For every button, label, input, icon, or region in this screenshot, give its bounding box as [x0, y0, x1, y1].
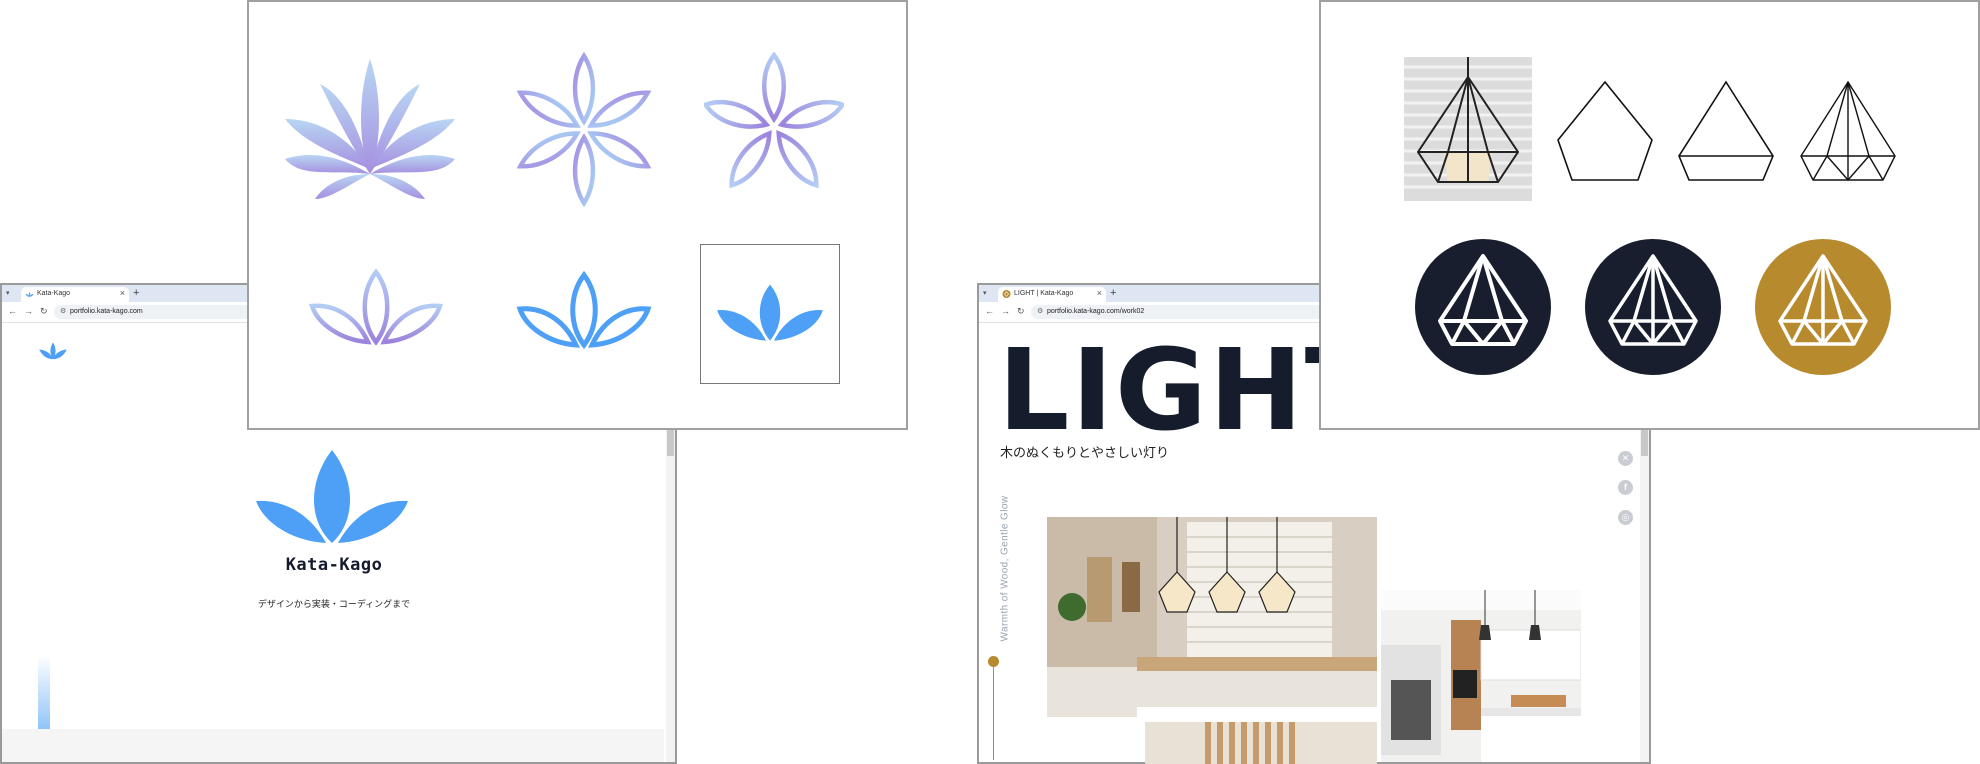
tab-menu-button[interactable]: ▾: [983, 288, 987, 299]
outline-six-petal-icon: [516, 52, 652, 207]
outline-lotus-blue-icon: [516, 270, 652, 350]
outline-lotus-lavender-icon: [308, 268, 444, 346]
close-tab-icon[interactable]: ×: [1097, 287, 1102, 300]
tab-title: LIGHT | Kata-Kago: [1014, 290, 1074, 297]
forward-icon[interactable]: →: [1001, 306, 1010, 317]
lamp-icon-board: [1319, 0, 1980, 430]
lamp-gold-circle-icon: [1755, 239, 1891, 375]
timeline-dot: [988, 656, 999, 667]
instagram-icon[interactable]: ◎: [1618, 510, 1633, 525]
facebook-icon[interactable]: f: [1618, 480, 1633, 495]
diamond-favicon-icon: [1002, 290, 1011, 298]
scrollbar-track[interactable]: [1640, 422, 1649, 762]
brand-title: Kata-Kago: [285, 555, 383, 575]
hero-subtitle: 木のぬくもりとやさしい灯り: [1000, 445, 1170, 460]
reload-icon[interactable]: ↻: [1017, 306, 1025, 317]
final-lotus-icon: [717, 284, 823, 341]
site-info-icon[interactable]: ⚙: [1037, 307, 1043, 317]
wood-slats-photo: [1145, 722, 1377, 764]
logo-design-board: [247, 0, 908, 430]
outline-five-petal-icon: [704, 52, 844, 189]
new-tab-button[interactable]: +: [1110, 286, 1116, 300]
final-logo-box: [700, 244, 840, 384]
lamp-wireframe-icon: [1800, 80, 1896, 181]
lamp-outline-pentagon-icon: [1557, 80, 1653, 181]
brand-tagline: デザインから実装・コーディングまで: [257, 599, 411, 609]
lamp-reference-photo: [1404, 57, 1532, 201]
lamp-outline-band-icon: [1678, 80, 1774, 181]
tab-light[interactable]: LIGHT | Kata-Kago ×: [998, 287, 1106, 302]
kitchen-photo: [1381, 590, 1581, 762]
vertical-caption: Warmth of Wood, Gentle Glow: [999, 495, 1011, 642]
x-icon[interactable]: ✕: [1618, 451, 1633, 466]
lamp-navy-circle-icon: [1415, 239, 1551, 375]
url-text: portfolio.kata-kago.com/work02: [1047, 308, 1145, 315]
timeline-line: [993, 665, 994, 760]
back-icon[interactable]: ←: [985, 306, 994, 317]
gradient-lotus-icon: [285, 59, 455, 199]
lamp-navy-circle-detailed-icon: [1585, 239, 1721, 375]
pendant-lights-room-photo: [1047, 517, 1377, 717]
